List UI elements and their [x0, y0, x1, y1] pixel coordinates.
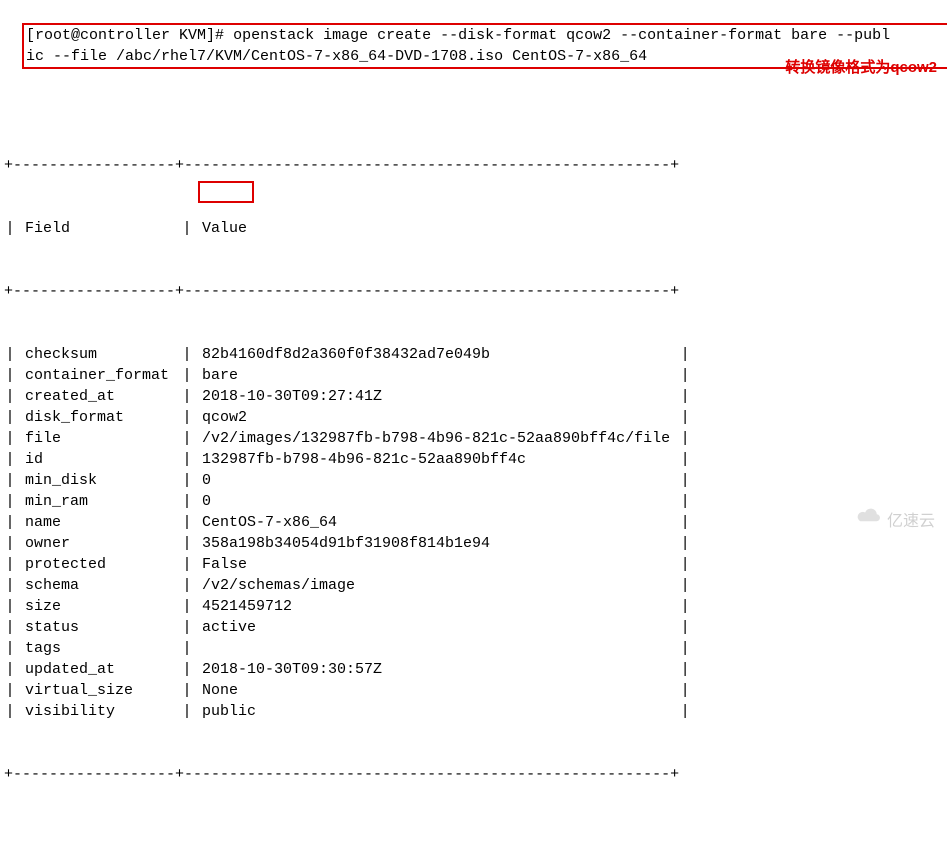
- cell-value: 0: [193, 491, 679, 512]
- shell-prompt: [root@controller KVM]#: [26, 27, 224, 44]
- table-row: | id | 132987fb-b798-4b96-821c-52aa890bf…: [4, 449, 943, 470]
- table-separator: +------------------+--------------------…: [4, 155, 943, 176]
- cell-field: min_disk: [16, 470, 181, 491]
- table-row: | container_format | bare |: [4, 365, 943, 386]
- cell-field: min_ram: [16, 491, 181, 512]
- cell-value: 358a198b34054d91bf31908f814b1e94: [193, 533, 679, 554]
- cell-value: public: [193, 701, 679, 722]
- cell-field: protected: [16, 554, 181, 575]
- cell-value: 132987fb-b798-4b96-821c-52aa890bff4c: [193, 449, 679, 470]
- table-separator: +------------------+--------------------…: [4, 764, 943, 785]
- annotation-text: 转换镜像格式为qcow2: [785, 56, 937, 77]
- table-row: | updated_at | 2018-10-30T09:30:57Z |: [4, 659, 943, 680]
- table-row: | min_ram | 0 |: [4, 491, 943, 512]
- cell-value: /v2/images/132987fb-b798-4b96-821c-52aa8…: [193, 428, 679, 449]
- table-row: | owner | 358a198b34054d91bf31908f814b1e…: [4, 533, 943, 554]
- cell-field: owner: [16, 533, 181, 554]
- cell-value: 2018-10-30T09:27:41Z: [193, 386, 679, 407]
- cell-field: updated_at: [16, 659, 181, 680]
- cell-value: active: [193, 617, 679, 638]
- cell-field: file: [16, 428, 181, 449]
- cell-field: visibility: [16, 701, 181, 722]
- table-row: | protected | False |: [4, 554, 943, 575]
- cell-field: size: [16, 596, 181, 617]
- table-row: | visibility | public |: [4, 701, 943, 722]
- table-row: | size | 4521459712 |: [4, 596, 943, 617]
- watermark-text: 亿速云: [887, 507, 935, 531]
- cell-field: status: [16, 617, 181, 638]
- cell-value: /v2/schemas/image: [193, 575, 679, 596]
- table-row: | created_at | 2018-10-30T09:27:41Z |: [4, 386, 943, 407]
- cell-field: id: [16, 449, 181, 470]
- cell-field: schema: [16, 575, 181, 596]
- cell-value: False: [193, 554, 679, 575]
- cell-value: 0: [193, 470, 679, 491]
- table-header-row: | Field| Value: [4, 218, 943, 239]
- table-separator: +------------------+--------------------…: [4, 281, 943, 302]
- table-row: | tags | |: [4, 638, 943, 659]
- table-row: | status | active |: [4, 617, 943, 638]
- cell-field: virtual_size: [16, 680, 181, 701]
- command-text-line1: openstack image create --disk-format qco…: [224, 27, 890, 44]
- table-row: | virtual_size | None |: [4, 680, 943, 701]
- header-value: Value: [193, 218, 247, 239]
- cell-value: CentOS-7-x86_64: [193, 512, 679, 533]
- table-row: | checksum | 82b4160df8d2a360f0f38432ad7…: [4, 344, 943, 365]
- cell-field: checksum: [16, 344, 181, 365]
- table-row: | schema | /v2/schemas/image |: [4, 575, 943, 596]
- cell-value: bare: [193, 365, 679, 386]
- cell-value: 82b4160df8d2a360f0f38432ad7e049b: [193, 344, 679, 365]
- cell-field: tags: [16, 638, 181, 659]
- terminal-output: [root@controller KVM]# openstack image c…: [0, 0, 947, 850]
- cell-value: qcow2: [193, 407, 679, 428]
- cell-value: 2018-10-30T09:30:57Z: [193, 659, 679, 680]
- table-row: | name | CentOS-7-x86_64 |: [4, 512, 943, 533]
- cloud-icon: [855, 506, 883, 531]
- output-table: +------------------+--------------------…: [4, 113, 943, 827]
- cell-field: name: [16, 512, 181, 533]
- table-row: | min_disk | 0 |: [4, 470, 943, 491]
- table-row: | file | /v2/images/132987fb-b798-4b96-8…: [4, 428, 943, 449]
- cell-value: None: [193, 680, 679, 701]
- command-text-line2: ic --file /abc/rhel7/KVM/CentOS-7-x86_64…: [26, 48, 647, 65]
- cell-value: 4521459712: [193, 596, 679, 617]
- cell-field: container_format: [16, 365, 181, 386]
- cell-field: disk_format: [16, 407, 181, 428]
- cell-value: [193, 638, 679, 659]
- cell-field: created_at: [16, 386, 181, 407]
- table-row: | disk_format | qcow2 |: [4, 407, 943, 428]
- header-field: Field: [16, 218, 181, 239]
- watermark: 亿速云: [855, 506, 935, 531]
